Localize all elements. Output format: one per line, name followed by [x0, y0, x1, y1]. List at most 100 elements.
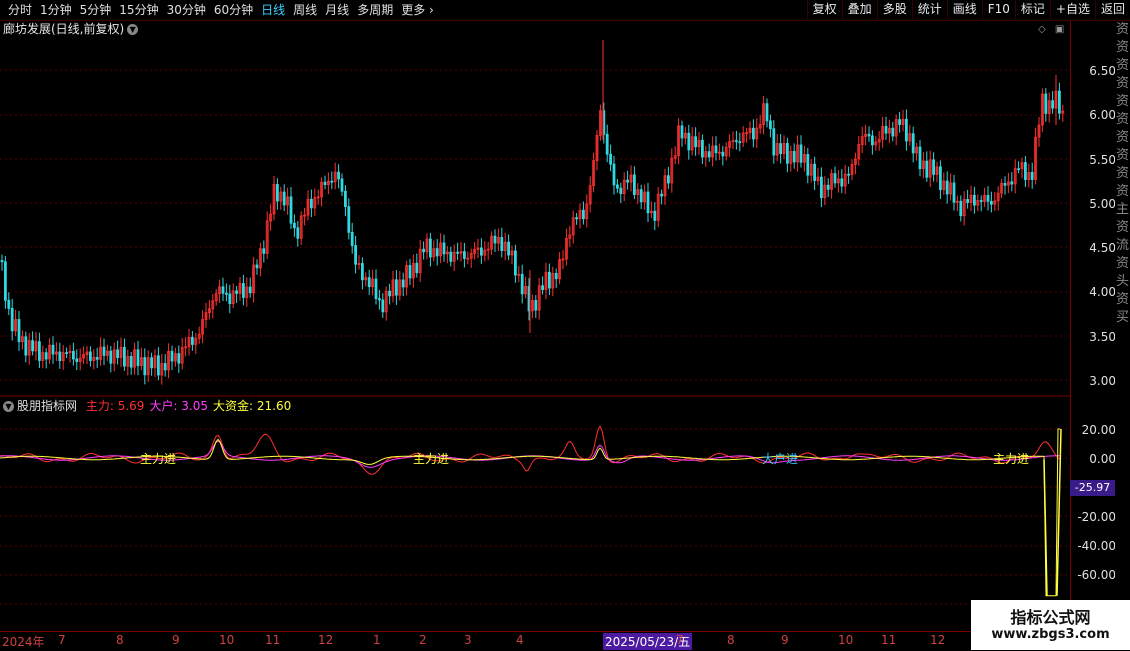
- candle-body: [813, 163, 816, 181]
- candle-body: [449, 251, 453, 262]
- candle-body: [820, 176, 823, 199]
- candle-body: [343, 190, 347, 207]
- candle-body: [309, 198, 313, 209]
- candle-body: [102, 346, 106, 356]
- main-force-line: [0, 425, 1061, 475]
- candle-body: [289, 196, 293, 224]
- restore-window-icon[interactable]: ▣: [1055, 24, 1064, 35]
- side-strip-char: 资: [1115, 148, 1129, 163]
- candle-body: [177, 353, 181, 364]
- candle-body: [10, 308, 14, 332]
- candle-body: [51, 344, 55, 355]
- candle-body: [1044, 93, 1048, 114]
- price-tick: 3.50: [1089, 330, 1116, 344]
- candle-body: [89, 351, 92, 361]
- candle-body: [687, 132, 691, 151]
- candle-body: [38, 341, 41, 361]
- candle-body: [136, 349, 140, 367]
- candle-body: [582, 209, 585, 220]
- watermark-url: www.zbgs3.com: [991, 627, 1110, 642]
- candle-body: [44, 352, 48, 360]
- candle-body: [990, 200, 993, 205]
- side-strip-char: 资: [1115, 256, 1129, 271]
- candle-body: [190, 336, 194, 345]
- side-info-strip[interactable]: 资资资资资资资资资资主资流资头资买: [1115, 21, 1130, 631]
- candle-body: [765, 103, 769, 122]
- candle-body: [633, 174, 636, 195]
- candle-body: [350, 231, 354, 246]
- side-strip-char: 资: [1115, 94, 1129, 109]
- kline-chart-canvas[interactable]: 主力进 主力进 大户进 主力进: [0, 0, 1130, 650]
- chevron-down-icon[interactable]: ▼: [3, 401, 14, 412]
- candle-body: [388, 290, 392, 297]
- candle-body: [653, 210, 657, 221]
- signal-label: 主力进: [993, 452, 1029, 466]
- date-tick: 9: [781, 633, 789, 647]
- indicator-legend: 主力: 5.69 大户: 3.05 大资金: 21.60: [81, 399, 291, 413]
- candle-body: [575, 217, 578, 220]
- price-tick: 6.00: [1089, 108, 1116, 122]
- candle-body: [806, 154, 810, 176]
- candle-body: [534, 300, 538, 311]
- diamond-icon[interactable]: ◇: [1038, 24, 1046, 35]
- candle-body: [129, 356, 133, 368]
- legend-label: 大资金:: [213, 399, 254, 413]
- candle-body: [1030, 172, 1034, 180]
- candle-body: [330, 180, 334, 183]
- legend-label: 大户:: [149, 399, 178, 413]
- side-strip-char: 资: [1115, 112, 1129, 127]
- chevron-down-icon[interactable]: ▼: [127, 24, 139, 35]
- candle-body: [360, 263, 364, 281]
- side-strip-char: 资: [1115, 22, 1129, 37]
- candle-body: [163, 363, 167, 371]
- indicator-tick: 0.00: [1089, 452, 1116, 466]
- candle-body: [156, 355, 160, 376]
- side-strip-char: 资: [1115, 40, 1129, 55]
- legend-label: 主力:: [85, 399, 114, 413]
- date-tick: 8: [727, 633, 735, 647]
- candle-body: [1051, 100, 1054, 109]
- price-tick: 5.00: [1089, 197, 1116, 211]
- indicator-title[interactable]: ▼ 股朋指标网 主力: 5.69 大户: 3.05 大资金: 21.60: [3, 399, 291, 413]
- candle-body: [884, 126, 888, 134]
- chart-title[interactable]: 廊坊发展(日线,前复权) ▼: [3, 22, 139, 36]
- candle-body: [554, 272, 558, 280]
- candle-body: [847, 173, 850, 176]
- candle-body: [939, 166, 942, 191]
- candle-body: [680, 125, 684, 139]
- candle-body: [867, 133, 871, 137]
- candle-body: [619, 187, 623, 194]
- indicator-legend-item: 大户: 3.05: [149, 399, 208, 413]
- candle-body: [507, 241, 511, 256]
- candle-body: [428, 238, 432, 258]
- candle-body: [772, 128, 776, 156]
- candle-body: [986, 194, 990, 202]
- side-strip-char: 资: [1115, 58, 1129, 73]
- price-tick: 4.00: [1089, 285, 1116, 299]
- candle-body: [367, 277, 371, 287]
- price-tick: 5.50: [1089, 153, 1116, 167]
- candle-body: [394, 279, 398, 296]
- candle-body: [1003, 182, 1007, 186]
- legend-value: 3.05: [177, 399, 209, 413]
- candle-body: [262, 248, 266, 254]
- candle-body: [1010, 181, 1014, 185]
- candle-body: [123, 346, 126, 367]
- indicator-tick: 20.00: [1081, 423, 1116, 437]
- date-tick: 11: [881, 633, 897, 647]
- candle-body: [840, 178, 844, 187]
- candle-body: [752, 127, 755, 140]
- candle-body: [170, 350, 174, 362]
- candle-body: [707, 151, 711, 158]
- candle-body: [493, 235, 497, 244]
- candle-body: [932, 159, 935, 175]
- candle-body: [918, 146, 922, 170]
- price-tick: 3.00: [1089, 374, 1116, 388]
- candle-body: [701, 139, 704, 158]
- candle-body: [72, 350, 75, 360]
- candle-body: [24, 336, 28, 356]
- candle-body: [979, 200, 983, 202]
- candle-body: [609, 153, 612, 165]
- date-tick: 2024年: [2, 635, 45, 649]
- legend-value: 21.60: [253, 399, 292, 413]
